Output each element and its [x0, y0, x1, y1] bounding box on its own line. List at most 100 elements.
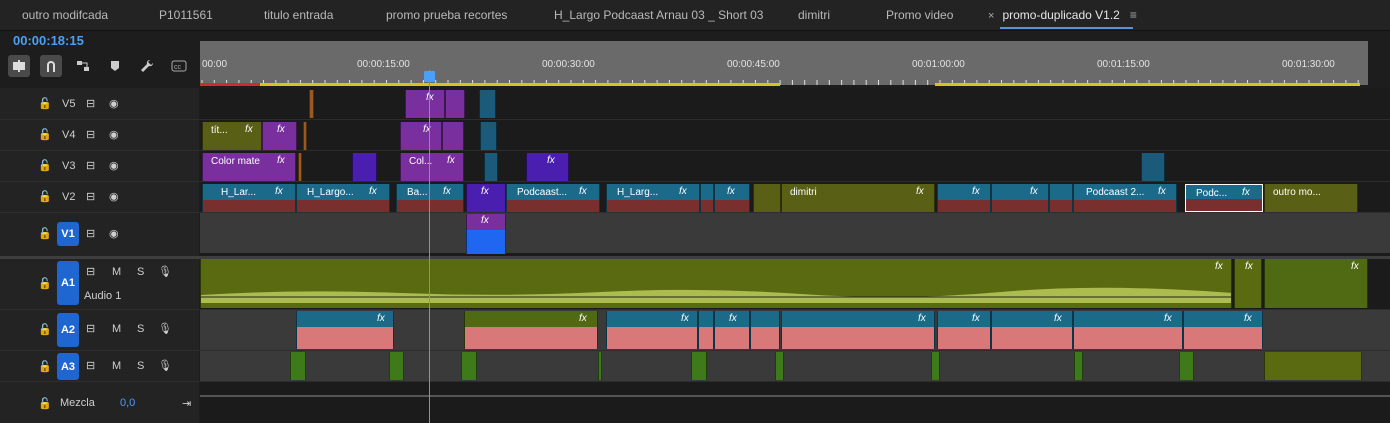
lock-icon[interactable]: 🔓 [38, 159, 52, 172]
v2-clip[interactable]: fx [466, 184, 506, 212]
microphone-icon[interactable]: 🎙 [158, 322, 172, 335]
wrench-settings-icon[interactable] [136, 55, 158, 77]
v2-clip[interactable]: fx [937, 184, 991, 212]
sync-lock-icon[interactable]: ⊟ [86, 97, 95, 110]
eye-icon[interactable]: ◉ [109, 97, 119, 110]
v1-clip[interactable]: fx [466, 214, 506, 230]
mute-button[interactable]: M [112, 360, 121, 372]
v3-clip[interactable] [298, 153, 302, 181]
sync-lock-icon[interactable]: ⊟ [86, 190, 95, 203]
mute-button[interactable]: M [112, 266, 121, 278]
eye-icon[interactable]: ◉ [109, 227, 119, 240]
v3-clip[interactable] [484, 153, 498, 181]
v2-clip-h-largo[interactable]: H_Largo... fx [296, 184, 390, 212]
tab-titulo-entrada[interactable]: titulo entrada [264, 0, 333, 30]
a2-clip[interactable] [750, 311, 780, 349]
eye-icon[interactable]: ◉ [109, 190, 119, 203]
a3-clip[interactable] [931, 352, 940, 380]
v2-clip-podcaast-2[interactable]: Podcaast 2... fx [1073, 184, 1177, 212]
microphone-icon[interactable]: 🎙 [158, 359, 172, 372]
a3-clip-outro[interactable] [1264, 352, 1362, 380]
track-target-v1[interactable]: V1 [57, 222, 79, 246]
a2-clip[interactable]: fx [464, 311, 598, 349]
a3-clip[interactable] [290, 352, 306, 380]
a3-clip[interactable] [1179, 352, 1194, 380]
a3-clip[interactable] [1074, 352, 1083, 380]
v2-clip-h-lar[interactable]: H_Lar... fx [202, 184, 296, 212]
lock-icon[interactable]: 🔓 [38, 323, 52, 336]
lock-icon[interactable]: 🔓 [38, 128, 52, 141]
a2-clip[interactable]: fx [781, 311, 935, 349]
v4-clip[interactable] [480, 122, 497, 150]
sync-lock-icon[interactable]: ⊟ [86, 159, 95, 172]
tab-promo-prueba-recortes[interactable]: promo prueba recortes [386, 0, 507, 30]
track-target-a2[interactable]: A2 [57, 313, 79, 347]
a2-clip[interactable] [698, 311, 714, 349]
snap-magnet-icon[interactable] [40, 55, 62, 77]
v2-clip-dimitri[interactable]: dimitri fx [781, 184, 935, 212]
v4-clip[interactable] [442, 122, 464, 150]
lock-icon[interactable]: 🔓 [38, 97, 52, 110]
a3-clip[interactable] [389, 352, 404, 380]
v2-clip-podcaast[interactable]: Podcaast... fx [506, 184, 600, 212]
menu-icon[interactable]: ≡ [1130, 8, 1137, 22]
a2-clip[interactable]: fx [714, 311, 750, 349]
a1-clip[interactable]: fx [1234, 259, 1262, 308]
lock-icon[interactable]: 🔓 [38, 360, 52, 373]
time-ruler[interactable]: 00:00 00:00:15:00 00:00:30:00 00:00:45:0… [200, 41, 1368, 85]
v4-clip[interactable]: tít... fx [202, 122, 262, 150]
v4-clip[interactable]: fx [262, 122, 297, 150]
v2-clip[interactable]: fx [991, 184, 1049, 212]
v5-clip[interactable] [445, 90, 465, 118]
sync-lock-icon[interactable]: ⊟ [86, 128, 95, 141]
lock-icon[interactable]: 🔓 [38, 397, 52, 410]
sync-lock-icon[interactable]: ⊟ [86, 227, 95, 240]
a1-clip-outro[interactable]: fx [1264, 259, 1368, 308]
track-target-a3[interactable]: A3 [57, 353, 79, 380]
tab-h-largo-podcaast[interactable]: H_Largo Podcaast Arnau 03 _ Short 03 [554, 0, 763, 30]
v1-clip[interactable] [466, 230, 506, 254]
a3-clip[interactable] [598, 352, 602, 380]
a2-clip[interactable]: fx [606, 311, 698, 349]
v2-clip[interactable]: fx [714, 184, 750, 212]
playhead-line[interactable] [429, 70, 430, 423]
v2-clip-h-larg[interactable]: H_Larg... fx [606, 184, 700, 212]
eye-icon[interactable]: ◉ [109, 159, 119, 172]
tab-dimitri[interactable]: dimitri [798, 0, 830, 30]
tab-promo-duplicado[interactable]: × promo-duplicado V1.2 ≡ [988, 0, 1137, 30]
tab-promo-video[interactable]: Promo video [886, 0, 953, 30]
lock-icon[interactable]: 🔓 [38, 277, 52, 290]
v3-clip-col[interactable]: Col... fx [400, 153, 464, 181]
a1-clip-audio[interactable]: fx [200, 259, 1232, 308]
captions-icon[interactable]: cc [168, 55, 190, 77]
v2-clip[interactable] [1049, 184, 1073, 212]
a2-clip[interactable]: fx [1073, 311, 1183, 349]
mix-value[interactable]: 0,0 [120, 397, 135, 409]
v4-clip[interactable] [303, 122, 307, 150]
v5-clip[interactable] [309, 90, 314, 118]
solo-button[interactable]: S [137, 266, 144, 278]
a3-clip[interactable] [461, 352, 477, 380]
v3-clip[interactable] [1141, 153, 1165, 181]
linked-selection-icon[interactable] [72, 55, 94, 77]
v3-clip[interactable]: fx [526, 153, 569, 181]
solo-button[interactable]: S [137, 360, 144, 372]
sync-lock-icon[interactable]: ⊟ [86, 359, 95, 372]
v2-clip-outro[interactable]: outro mo... [1264, 184, 1358, 212]
playhead-timecode[interactable]: 00:00:18:15 [13, 33, 84, 48]
lock-icon[interactable]: 🔓 [38, 227, 52, 240]
a2-clip[interactable]: fx [1183, 311, 1263, 349]
go-to-end-icon[interactable]: ⇥ [182, 397, 191, 410]
v2-clip-podc-selected[interactable]: Podc... fx [1185, 184, 1263, 212]
microphone-icon[interactable]: 🎙 [158, 265, 172, 278]
sync-lock-icon[interactable]: ⊟ [86, 322, 95, 335]
a2-clip[interactable]: fx [991, 311, 1073, 349]
track-target-a1[interactable]: A1 [57, 261, 79, 305]
close-icon[interactable]: × [988, 10, 994, 22]
v2-clip[interactable] [700, 184, 714, 212]
tab-p1011561[interactable]: P1011561 [159, 0, 213, 30]
v2-clip[interactable] [753, 184, 781, 212]
a2-clip[interactable]: fx [296, 311, 394, 349]
sync-lock-icon[interactable]: ⊟ [86, 265, 95, 278]
mute-button[interactable]: M [112, 323, 121, 335]
